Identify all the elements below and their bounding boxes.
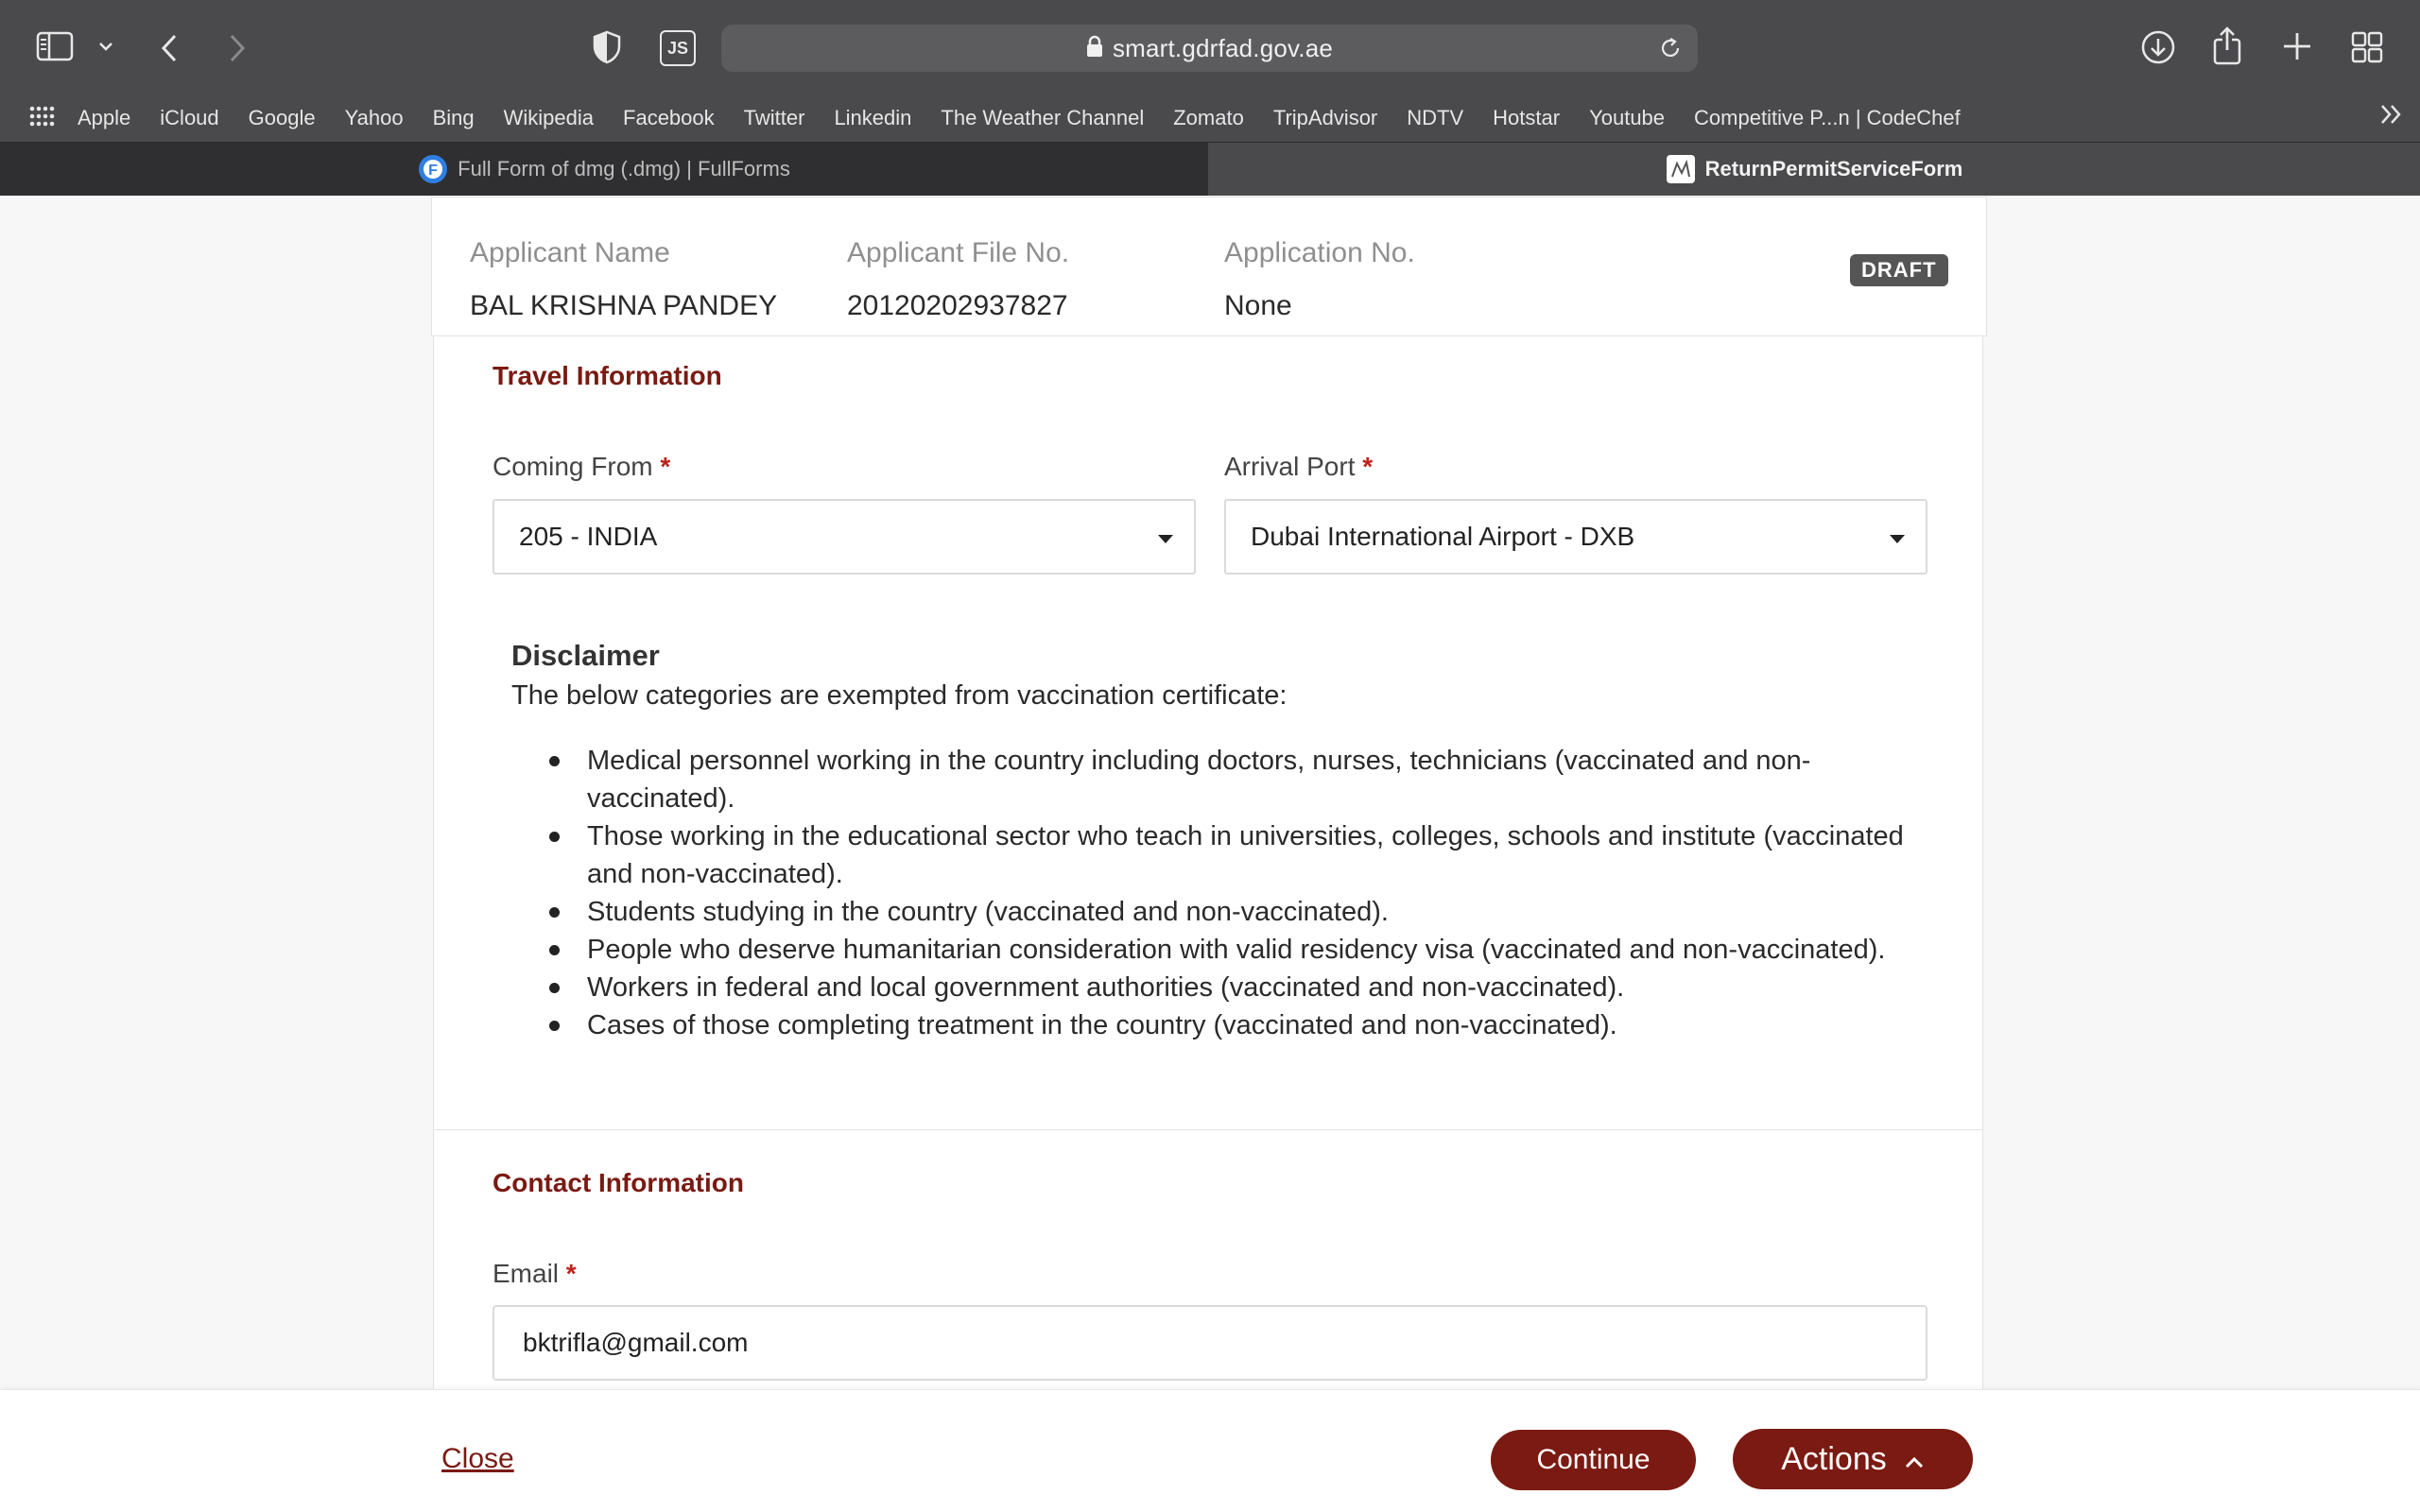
actions-button[interactable]: Actions (1733, 1429, 1973, 1489)
email-field[interactable]: bktrifla@gmail.com (493, 1305, 1927, 1381)
applicant-name-value: BAL KRISHNA PANDEY (470, 290, 778, 321)
chevron-down-icon[interactable] (97, 40, 114, 53)
plus-icon[interactable] (2281, 30, 2313, 62)
tab-return-permit[interactable]: ReturnPermitServiceForm (1208, 143, 2420, 196)
bookmark-facebook[interactable]: Facebook (623, 106, 715, 130)
bookmark-icloud[interactable]: iCloud (160, 106, 218, 130)
bookmark-apple[interactable]: Apple (78, 106, 130, 130)
section-title-contact: Contact Information (493, 1168, 744, 1197)
application-no-column: Application No. None (1224, 237, 1415, 322)
application-no-label: Application No. (1224, 237, 1415, 268)
continue-button[interactable]: Continue (1491, 1430, 1696, 1490)
continue-button-label: Continue (1536, 1444, 1651, 1475)
email-label-text: Email (493, 1259, 560, 1288)
tab-title: Full Form of dmg (.dmg) | FullForms (458, 157, 790, 180)
list-item: Those working in the educational sector … (549, 817, 1929, 893)
js-badge-label: JS (666, 38, 689, 58)
close-link[interactable]: Close (441, 1443, 514, 1475)
sidebar-icon[interactable] (36, 30, 74, 62)
applicant-summary: Applicant Name BAL KRISHNA PANDEY Applic… (431, 197, 1987, 336)
list-item: People who deserve humanitarian consider… (549, 931, 1929, 969)
back-icon[interactable] (159, 32, 180, 64)
share-icon[interactable] (2212, 26, 2242, 65)
arrival-port-select[interactable]: Dubai International Airport - DXB (1224, 499, 1927, 575)
bookmark-wikipedia[interactable]: Wikipedia (504, 106, 594, 130)
bookmark-ndtv[interactable]: NDTV (1407, 106, 1463, 130)
svg-text:F: F (428, 163, 438, 179)
page-content: Applicant Name BAL KRISHNA PANDEY Applic… (0, 197, 2420, 1512)
bookmark-zomato[interactable]: Zomato (1173, 106, 1244, 130)
vaccination-disclaimer: Disclaimer The below categories are exem… (511, 639, 1929, 1044)
coming-from-select[interactable]: 205 - INDIA (493, 499, 1196, 575)
list-item: Cases of those completing treatment in t… (549, 1006, 1929, 1044)
travel-information-section: Travel Information Coming From * 205 - I… (433, 336, 1983, 1130)
lock-icon (1086, 35, 1103, 62)
bookmark-youtube[interactable]: Youtube (1589, 106, 1665, 130)
applicant-file-column: Applicant File No. 20120202937827 (847, 237, 1069, 322)
arrival-port-label-text: Arrival Port (1224, 452, 1356, 481)
required-mark: * (565, 1259, 577, 1288)
disclaimer-title: Disclaimer (511, 639, 660, 672)
bookmark-twitter[interactable]: Twitter (744, 106, 805, 130)
applicant-name-label: Applicant Name (470, 237, 670, 268)
required-mark: * (1362, 452, 1374, 481)
address-bar[interactable]: smart.gdrfad.gov.ae (721, 25, 1698, 72)
grid-icon[interactable] (28, 106, 55, 131)
url-text: smart.gdrfad.gov.ae (1112, 33, 1334, 62)
fullforms-favicon: F (418, 154, 448, 184)
bookmark-bing[interactable]: Bing (433, 106, 475, 130)
tab-overview-icon[interactable] (2351, 31, 2383, 63)
more-bookmarks-icon[interactable] (2378, 102, 2405, 127)
chevron-up-icon (1904, 1441, 1925, 1478)
applicant-name-column: Applicant Name BAL KRISHNA PANDEY (470, 237, 777, 322)
applicant-file-value: 20120202937827 (847, 290, 1068, 321)
list-item: Students studying in the country (vaccin… (549, 893, 1929, 931)
bookmark-linkedin[interactable]: Linkedin (834, 106, 911, 130)
bookmark-codechef[interactable]: Competitive P...n | CodeChef (1694, 106, 1961, 130)
actions-button-label: Actions (1781, 1440, 1887, 1477)
section-title-travel: Travel Information (493, 361, 722, 390)
bookmark-weather-channel[interactable]: The Weather Channel (941, 106, 1144, 130)
caret-down-icon (1158, 535, 1173, 543)
bookmark-google[interactable]: Google (249, 106, 316, 130)
gdrfad-favicon (1666, 154, 1696, 184)
tab-title: ReturnPermitServiceForm (1704, 157, 1963, 180)
required-mark: * (660, 452, 671, 481)
arrival-port-value: Dubai International Airport - DXB (1251, 522, 1635, 551)
bookmarks-bar: Apple iCloud Google Yahoo Bing Wikipedia… (0, 94, 2420, 142)
download-icon[interactable] (2140, 29, 2176, 65)
arrival-port-label: Arrival Port * (1224, 452, 1373, 482)
shield-icon[interactable] (592, 30, 622, 64)
list-item: Workers in federal and local government … (549, 969, 1929, 1006)
exemption-list: Medical personnel working in the country… (549, 742, 1929, 1044)
form-footer: Close Continue Actions (0, 1389, 2420, 1512)
tab-bar: F Full Form of dmg (.dmg) | FullForms Re… (0, 142, 2420, 196)
disclaimer-intro: The below categories are exempted from v… (511, 680, 1288, 711)
email-label: Email * (493, 1259, 577, 1289)
status-badge: DRAFT (1850, 254, 1948, 286)
list-item: Medical personnel working in the country… (549, 742, 1929, 817)
reload-icon[interactable] (1658, 36, 1683, 65)
applicant-file-label: Applicant File No. (847, 237, 1070, 268)
browser-toolbar: JS smart.gdrfad.gov.ae (0, 0, 2420, 94)
forward-icon[interactable] (227, 32, 248, 64)
application-no-value: None (1224, 290, 1292, 321)
coming-from-label: Coming From * (493, 452, 670, 482)
bookmark-yahoo[interactable]: Yahoo (345, 106, 404, 130)
caret-down-icon (1890, 535, 1905, 543)
bookmark-hotstar[interactable]: Hotstar (1493, 106, 1560, 130)
coming-from-label-text: Coming From (493, 452, 653, 481)
coming-from-value: 205 - INDIA (519, 522, 658, 551)
tab-fullforms[interactable]: F Full Form of dmg (.dmg) | FullForms (0, 143, 1208, 196)
bookmark-tripadvisor[interactable]: TripAdvisor (1273, 106, 1377, 130)
js-icon[interactable]: JS (660, 30, 696, 66)
